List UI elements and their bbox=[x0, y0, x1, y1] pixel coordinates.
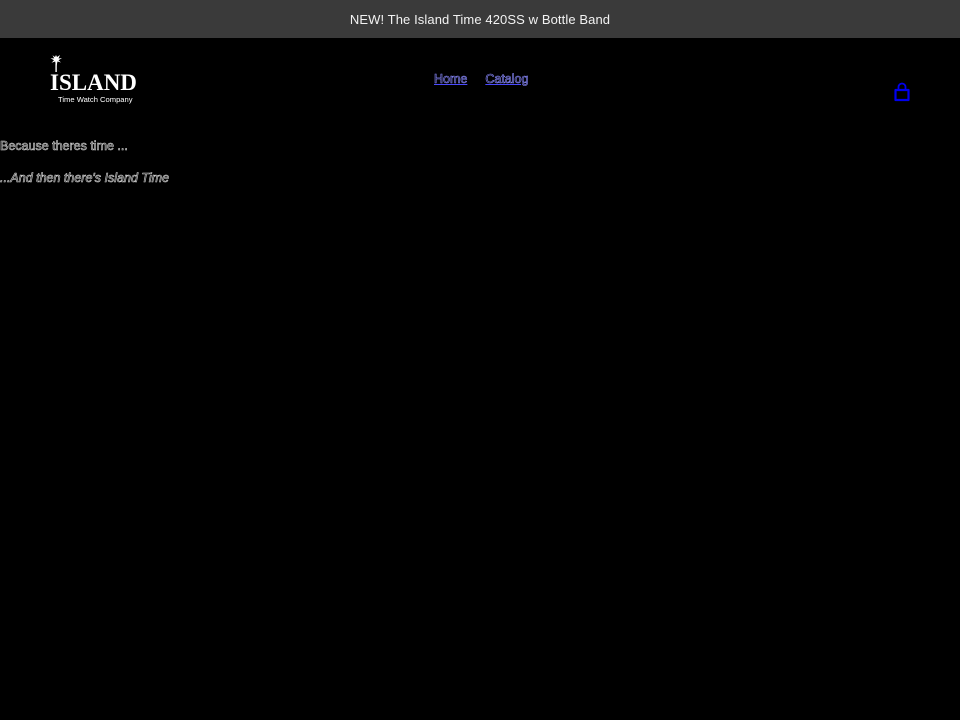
tagline-line-2: ...And then there's Island Time bbox=[0, 171, 170, 186]
cart-button[interactable] bbox=[893, 82, 911, 102]
main-nav: Home Catalog bbox=[434, 72, 529, 87]
site-header: ISLAND Time Watch Company Home Catalog bbox=[0, 38, 960, 130]
logo-wordmark: ISLAND bbox=[50, 70, 137, 95]
nav-home-link[interactable]: Home bbox=[434, 72, 468, 87]
tagline-line-1: Because theres time ... bbox=[0, 139, 128, 154]
announcement-text: NEW! The Island Time 420SS w Bottle Band bbox=[349, 11, 611, 27]
announcement-bar: NEW! The Island Time 420SS w Bottle Band bbox=[0, 0, 960, 38]
nav-catalog-link[interactable]: Catalog bbox=[485, 72, 529, 87]
palm-tree-icon: ISLAND Time Watch Company bbox=[50, 55, 137, 104]
shopping-bag-icon bbox=[894, 82, 910, 102]
logo-subtext: Time Watch Company bbox=[58, 95, 133, 104]
site-logo[interactable]: ISLAND Time Watch Company bbox=[48, 54, 152, 106]
